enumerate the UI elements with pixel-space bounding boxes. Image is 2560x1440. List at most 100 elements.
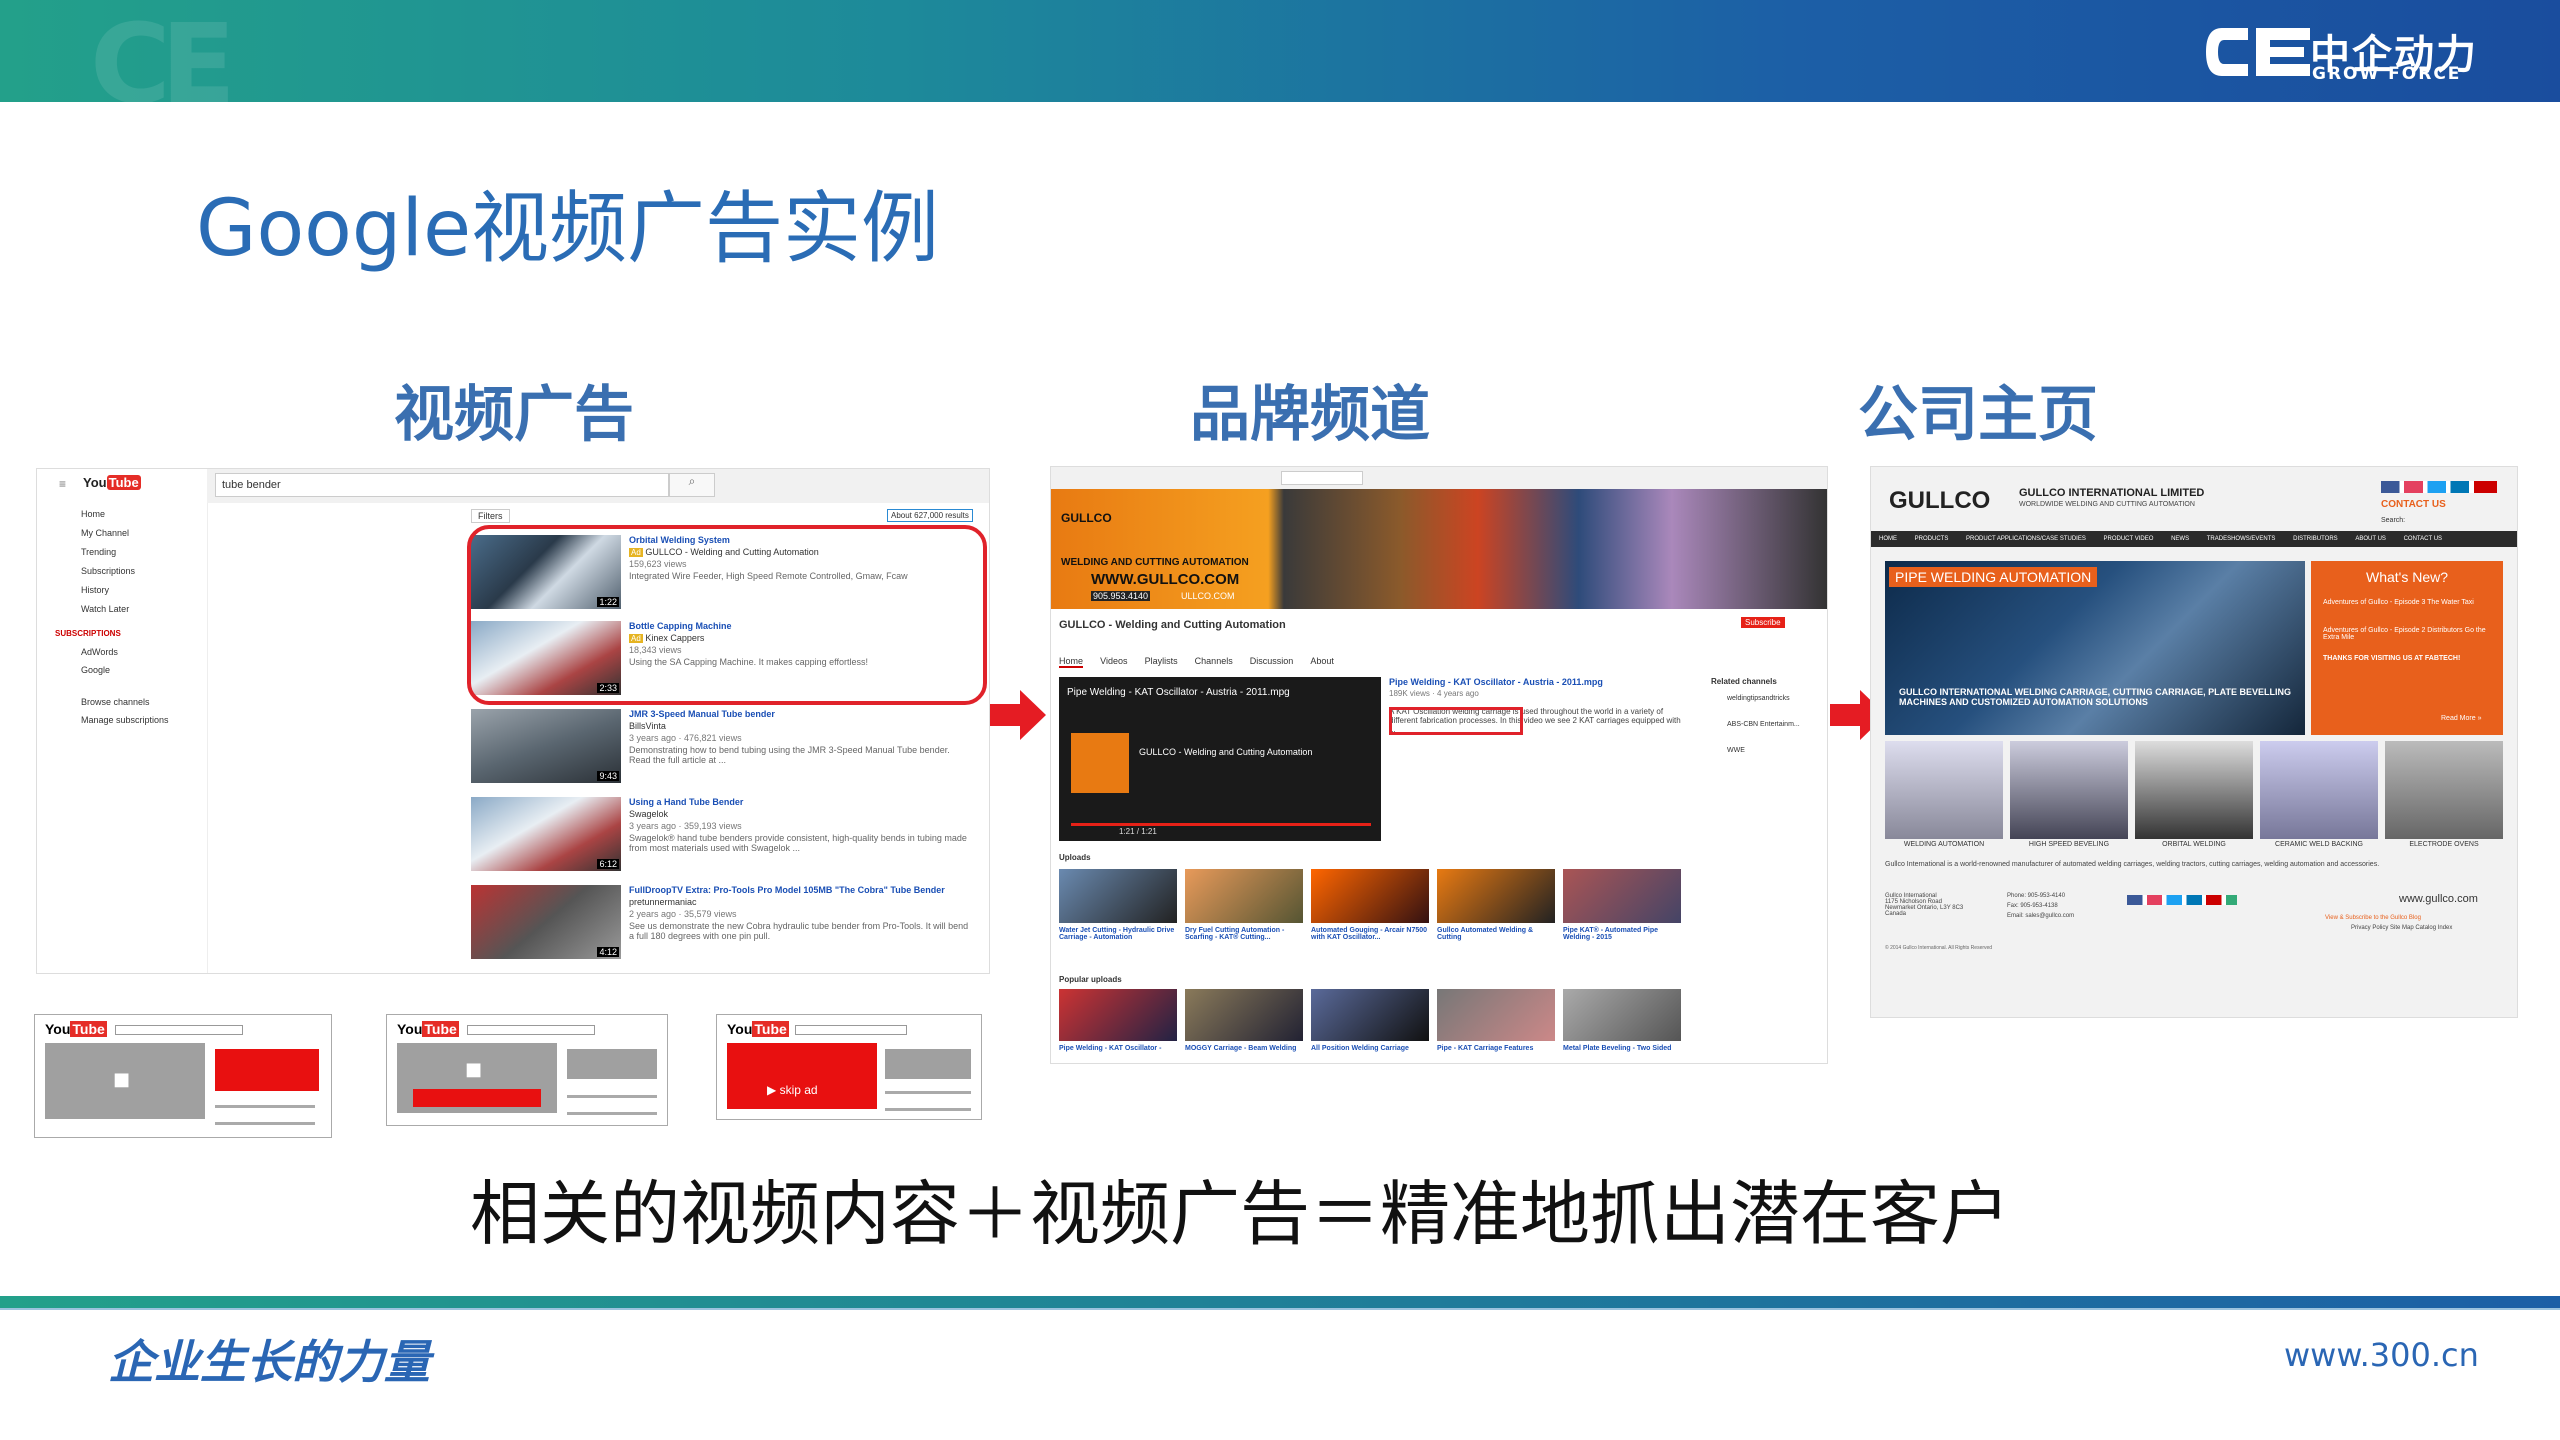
- sidebar-item-browse-channels[interactable]: Browse channels: [81, 697, 150, 707]
- video-title[interactable]: Using a Hand Tube Bender: [629, 797, 743, 807]
- video-channel[interactable]: pretunnermaniac: [629, 897, 697, 907]
- player-time: 1:21 / 1:21: [1119, 827, 1157, 836]
- sidebar-item-adwords[interactable]: AdWords: [81, 647, 118, 657]
- read-more-link[interactable]: Read More »: [2441, 715, 2481, 722]
- video-duration: 9:43: [597, 771, 619, 781]
- hero-badge: PIPE WELDING AUTOMATION: [1889, 567, 2098, 587]
- description-highlight-box: [1389, 707, 1523, 735]
- sidebar-item-trending[interactable]: Trending: [81, 547, 116, 557]
- footer-social-icons[interactable]: [2127, 895, 2237, 905]
- upload-title[interactable]: Pipe KAT® - Automated Pipe Welding - 201…: [1563, 927, 1681, 941]
- video-thumbnail[interactable]: 6:12: [471, 797, 621, 871]
- video-thumbnail[interactable]: 4:12: [471, 885, 621, 959]
- sidebar-item-manage-subscriptions[interactable]: Manage subscriptions: [81, 715, 169, 725]
- video-description: Swagelok® hand tube benders provide cons…: [629, 833, 967, 853]
- camera-icon: ■: [465, 1059, 483, 1080]
- news-item[interactable]: Adventures of Gullco - Episode 3 The Wat…: [2323, 599, 2493, 606]
- upload-thumbnail: [1563, 989, 1681, 1041]
- product-label[interactable]: HIGH SPEED BEVELING: [2010, 841, 2128, 848]
- hero-caption: GULLCO INTERNATIONAL WELDING CARRIAGE, C…: [1899, 687, 2291, 707]
- banner-tagline: WELDING AND CUTTING AUTOMATION: [1061, 557, 1249, 568]
- related-channel[interactable]: ABS-CBN Entertainm...: [1727, 721, 1800, 728]
- product-label[interactable]: WELDING AUTOMATION: [1885, 841, 2003, 848]
- nav-item[interactable]: ABOUT US: [2355, 536, 2386, 542]
- related-channel[interactable]: WWE: [1727, 747, 1745, 754]
- tab-discussion[interactable]: Discussion: [1250, 656, 1294, 666]
- brand-channel-screenshot: GULLCO WELDING AND CUTTING AUTOMATION WW…: [1050, 466, 1828, 1064]
- company-homepage-screenshot: GULLCO GULLCO INTERNATIONAL LIMITED WORL…: [1870, 466, 2518, 1018]
- video-channel[interactable]: Swagelok: [629, 809, 668, 819]
- featured-video-title[interactable]: Pipe Welding - KAT Oscillator - Austria …: [1389, 677, 1689, 687]
- upload-thumbnail: [1437, 989, 1555, 1041]
- upload-title[interactable]: Metal Plate Beveling - Two Sided: [1563, 1045, 1681, 1052]
- instream-ad-mock: ▶ skip ad: [727, 1043, 877, 1109]
- nav-item[interactable]: PRODUCT VIDEO: [2104, 536, 2154, 542]
- video-player-mock: ■: [397, 1043, 557, 1113]
- search-icon[interactable]: ⌕: [669, 473, 715, 497]
- video-duration: 4:12: [597, 947, 619, 957]
- slide-caption: 相关的视频内容＋视频广告＝精准地抓出潜在客户: [470, 1173, 2010, 1255]
- news-item[interactable]: THANKS FOR VISITING US AT FABTECH!: [2323, 655, 2493, 662]
- sidebar-item-home[interactable]: Home: [81, 509, 105, 519]
- company-website[interactable]: www.gullco.com: [2399, 893, 2478, 905]
- news-item[interactable]: Adventures of Gullco - Episode 2 Distrib…: [2323, 627, 2493, 641]
- social-icons[interactable]: [2381, 481, 2497, 493]
- video-thumbnail[interactable]: 9:43: [471, 709, 621, 783]
- tab-videos[interactable]: Videos: [1100, 656, 1127, 666]
- related-channel[interactable]: weldingtipsandtricks: [1727, 695, 1790, 702]
- sidebar-item-history[interactable]: History: [81, 585, 109, 595]
- subscribe-button[interactable]: Subscribe: [1741, 617, 1785, 628]
- video-title[interactable]: FullDroopTV Extra: Pro-Tools Pro Model 1…: [629, 885, 969, 895]
- nav-item[interactable]: HOME: [1879, 536, 1897, 542]
- nav-item[interactable]: PRODUCTS: [1915, 536, 1949, 542]
- nav-item[interactable]: TRADESHOWS/EVENTS: [2207, 536, 2276, 542]
- upload-thumbnail: [1563, 869, 1681, 923]
- product-label[interactable]: ORBITAL WELDING: [2135, 841, 2253, 848]
- upload-title[interactable]: Dry Fuel Cutting Automation - Scarfing -…: [1185, 927, 1303, 941]
- nav-item[interactable]: PRODUCT APPLICATIONS/CASE STUDIES: [1966, 536, 2086, 542]
- whats-new-box: What's New? Adventures of Gullco - Episo…: [2311, 561, 2503, 735]
- tab-playlists[interactable]: Playlists: [1145, 656, 1178, 666]
- upload-title[interactable]: Pipe - KAT Carriage Features: [1437, 1045, 1555, 1052]
- featured-video-player[interactable]: Pipe Welding - KAT Oscillator - Austria …: [1059, 677, 1381, 841]
- video-title[interactable]: JMR 3-Speed Manual Tube bender: [629, 709, 775, 719]
- tab-about[interactable]: About: [1310, 656, 1334, 666]
- overlay-ad-mock: [413, 1089, 541, 1107]
- nav-item[interactable]: NEWS: [2171, 536, 2189, 542]
- contact-us-link[interactable]: CONTACT US: [2381, 499, 2446, 510]
- upload-title[interactable]: Water Jet Cutting - Hydraulic Drive Carr…: [1059, 927, 1177, 941]
- ad-format-mockup-2: You Tube ■: [386, 1014, 668, 1126]
- blog-link[interactable]: View & Subscribe to the Gullco Blog: [2325, 915, 2421, 921]
- product-label[interactable]: ELECTRODE OVENS: [2385, 841, 2503, 848]
- video-channel[interactable]: BillsVinta: [629, 721, 666, 731]
- upload-title[interactable]: Pipe Welding - KAT Oscillator -: [1059, 1045, 1177, 1052]
- search-input[interactable]: tube bender: [215, 473, 669, 497]
- sidebar-item-google[interactable]: Google: [81, 665, 110, 675]
- product-label[interactable]: CERAMIC WELD BACKING: [2260, 841, 2378, 848]
- footer-links[interactable]: Privacy Policy Site Map Catalog Index: [2351, 925, 2452, 931]
- section-label-brand-channel: 品牌频道: [1190, 380, 1430, 450]
- tab-home[interactable]: Home: [1059, 656, 1084, 668]
- channel-name: GULLCO - Welding and Cutting Automation: [1059, 619, 1286, 631]
- sidebar-item-subscriptions[interactable]: Subscriptions: [81, 566, 135, 576]
- upload-title[interactable]: MOGGY Carriage - Beam Welding: [1185, 1045, 1303, 1052]
- copyright: © 2014 Gullco International. All Rights …: [1885, 945, 1993, 951]
- sidebar-item-my-channel[interactable]: My Channel: [81, 528, 129, 538]
- sidebar-item-watch-later[interactable]: Watch Later: [81, 604, 129, 614]
- nav-item[interactable]: DISTRIBUTORS: [2293, 536, 2338, 542]
- company-email[interactable]: Email: sales@gullco.com: [2007, 913, 2074, 919]
- youtube-logo[interactable]: You Tube: [83, 475, 141, 490]
- channel-banner: GULLCO WELDING AND CUTTING AUTOMATION WW…: [1051, 489, 1827, 609]
- channel-topbar: [1051, 467, 1827, 489]
- youtube-sidebar: ≡ You Tube Home My Channel Trending Subsc…: [37, 469, 208, 973]
- upload-title[interactable]: Gullco Automated Welding & Cutting: [1437, 927, 1555, 941]
- upload-title[interactable]: Automated Gouging - Arcair N7500 with KA…: [1311, 927, 1429, 941]
- upload-thumbnail: [1059, 869, 1177, 923]
- hamburger-icon[interactable]: ≡: [59, 477, 66, 491]
- company-logo-icon: [2206, 28, 2310, 76]
- tab-channels[interactable]: Channels: [1195, 656, 1233, 666]
- nav-item[interactable]: CONTACT US: [2404, 536, 2442, 542]
- footer-band: [0, 1296, 2560, 1308]
- filters-button[interactable]: Filters: [471, 509, 510, 523]
- upload-title[interactable]: All Position Welding Carriage: [1311, 1045, 1429, 1052]
